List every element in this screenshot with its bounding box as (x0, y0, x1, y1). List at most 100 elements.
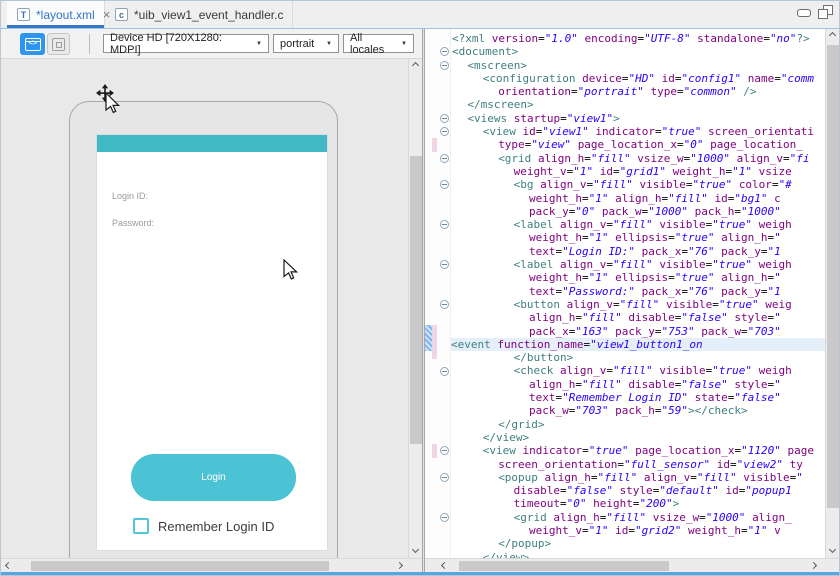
design-canvas[interactable]: Login ID: Password: Login Remember Login… (1, 59, 422, 558)
minimize-view-icon[interactable] (797, 9, 811, 17)
orientation-dropdown[interactable]: portrait ▼ (273, 34, 339, 53)
maximize-view-icon[interactable] (818, 5, 833, 19)
xml-code-editor[interactable]: <?xml version="1.0" encoding="UTF-8" sta… (425, 29, 840, 558)
annotation-ruler[interactable] (425, 29, 439, 558)
tab-label: *uib_view1_event_handler.c (134, 8, 283, 22)
scroll-left-icon[interactable] (437, 559, 451, 572)
code-line[interactable]: </button> (451, 351, 825, 364)
code-line[interactable]: align_h="fill" disable="false" style=" (451, 311, 825, 324)
editor-horizontal-scrollbar[interactable] (425, 558, 840, 572)
scrollbar-thumb[interactable] (827, 45, 839, 508)
orientation-dropdown-value: portrait (280, 38, 314, 50)
change-marker[interactable] (432, 444, 437, 457)
code-line[interactable]: <label align_v="fill" visible="true" wei… (451, 258, 825, 271)
remember-checkbox[interactable] (133, 518, 149, 534)
scrollbar-thumb[interactable] (410, 156, 422, 444)
code-line[interactable]: <mscreen> (451, 59, 825, 72)
collapse-fold-icon[interactable] (440, 180, 449, 189)
code-line[interactable]: </view> (451, 551, 825, 558)
code-line[interactable]: </popup> (451, 537, 825, 550)
code-line[interactable]: timeout="0" height="200"> (451, 497, 825, 510)
code-line[interactable]: orientation="portrait" type="common" /> (451, 85, 825, 98)
collapse-fold-icon[interactable] (440, 114, 449, 123)
locales-dropdown-value: All locales (350, 32, 395, 56)
code-line[interactable]: weight_h="1" ellipsis="true" align_h=" (451, 231, 825, 244)
code-line[interactable]: <event function_name="view1_button1_on (451, 338, 825, 351)
code-line[interactable]: text="Remember Login ID" state="false" (451, 391, 825, 404)
collapse-fold-icon[interactable] (440, 220, 449, 229)
code-line[interactable]: <button align_v="fill" visible="true" we… (451, 298, 825, 311)
code-line[interactable]: weight_v="1" id="grid1" weight_h="1" vsi… (451, 165, 825, 178)
device-frame: Login ID: Password: Login Remember Login… (69, 101, 338, 558)
collapse-fold-icon[interactable] (440, 473, 449, 482)
code-line[interactable]: weight_h="1" align_h="fill" id="bg1" c (451, 192, 825, 205)
code-line[interactable]: weight_v="1" id="grid2" weight_h="1" v (451, 524, 825, 537)
login-id-label[interactable]: Login ID: (112, 191, 148, 201)
device-dropdown[interactable]: Device HD [720X1280: MDPI] ▼ (103, 34, 269, 53)
code-line[interactable]: </view> (451, 431, 825, 444)
scroll-right-icon[interactable] (395, 559, 409, 572)
tab-layout-xml[interactable]: T *layout.xml × (7, 1, 105, 28)
collapse-fold-icon[interactable] (440, 154, 449, 163)
code-line[interactable]: <configuration device="HD" id="config1" … (451, 72, 825, 85)
code-line[interactable]: </grid> (451, 418, 825, 431)
code-line[interactable]: <grid align_h="fill" vsize_w="1000" alig… (451, 511, 825, 524)
locales-dropdown[interactable]: All locales ▼ (343, 34, 414, 53)
scrollbar-thumb[interactable] (459, 561, 669, 571)
collapse-fold-icon[interactable] (440, 513, 449, 522)
code-line[interactable]: <view id="view1" indicator="true" screen… (451, 125, 825, 138)
design-view-toggle-button[interactable] (47, 33, 70, 55)
collapse-fold-icon[interactable] (440, 367, 449, 376)
scroll-up-icon[interactable] (409, 59, 422, 72)
code-lines[interactable]: <?xml version="1.0" encoding="UTF-8" sta… (451, 29, 825, 558)
code-line[interactable]: </mscreen> (451, 98, 825, 111)
code-line[interactable]: text="Login ID:" pack_x="76" pack_y="1 (451, 245, 825, 258)
change-marker[interactable] (432, 138, 437, 151)
code-line[interactable]: <check align_v="fill" visible="true" wei… (451, 364, 825, 377)
collapse-fold-icon[interactable] (440, 300, 449, 309)
code-line[interactable]: weight_h="1" ellipsis="true" align_h=" (451, 271, 825, 284)
scroll-left-icon[interactable] (1, 559, 15, 572)
canvas-vertical-scrollbar[interactable] (408, 59, 422, 558)
collapse-fold-icon[interactable] (440, 61, 449, 70)
source-view-toggle-button[interactable]: <> (20, 33, 45, 55)
collapse-fold-icon[interactable] (440, 47, 449, 56)
editor-vertical-scrollbar[interactable] (825, 29, 839, 558)
code-line[interactable]: type="view" page_location_x="0" page_loc… (451, 138, 825, 151)
scroll-down-icon[interactable] (826, 545, 840, 558)
remember-login-row: Remember Login ID (133, 518, 274, 534)
code-line[interactable]: disable="false" style="default" id="popu… (451, 484, 825, 497)
password-label[interactable]: Password: (112, 218, 154, 228)
remember-checkbox-label[interactable]: Remember Login ID (158, 519, 274, 534)
change-marker[interactable] (432, 325, 437, 360)
code-line[interactable]: <bg align_v="fill" visible="true" color=… (451, 178, 825, 191)
code-line[interactable]: <document> (451, 45, 825, 58)
code-line[interactable]: <label align_v="fill" visible="true" wei… (451, 218, 825, 231)
scrollbar-thumb[interactable] (31, 561, 329, 571)
xml-source-panel: <?xml version="1.0" encoding="UTF-8" sta… (425, 29, 840, 572)
canvas-horizontal-scrollbar[interactable] (1, 558, 422, 572)
code-line[interactable]: align_h="fill" disable="false" style=" (451, 378, 825, 391)
code-line[interactable]: pack_w="703" pack_h="59"></check> (451, 404, 825, 417)
code-line[interactable]: text="Password:" pack_x="76" pack_y="1 (451, 285, 825, 298)
scroll-up-icon[interactable] (826, 29, 840, 42)
code-line[interactable]: pack_x="163" pack_y="753" pack_w="703" (451, 325, 825, 338)
collapse-fold-icon[interactable] (440, 127, 449, 136)
code-line[interactable]: <views startup="view1"> (451, 112, 825, 125)
code-line[interactable]: <?xml version="1.0" encoding="UTF-8" sta… (451, 32, 825, 45)
scroll-right-icon[interactable] (809, 559, 823, 572)
xml-file-icon: T (17, 8, 30, 21)
code-line[interactable]: <grid align_h="fill" vsize_w="1000" alig… (451, 152, 825, 165)
collapse-fold-icon[interactable] (440, 260, 449, 269)
code-line[interactable]: screen_orientation="full_sensor" id="vie… (451, 458, 825, 471)
collapse-fold-icon[interactable] (440, 446, 449, 455)
toolbar-separator (89, 34, 90, 54)
device-screen[interactable]: Login ID: Password: Login Remember Login… (96, 134, 328, 551)
code-line[interactable]: pack_y="0" pack_w="1000" pack_h="1000" (451, 205, 825, 218)
scroll-down-icon[interactable] (409, 545, 422, 558)
c-file-icon: c (115, 8, 128, 21)
login-button[interactable]: Login (131, 454, 296, 501)
code-line[interactable]: <view indicator="true" page_location_x="… (451, 444, 825, 457)
code-line[interactable]: <popup align_h="fill" align_v="fill" vis… (451, 471, 825, 484)
tab-event-handler-c[interactable]: c *uib_view1_event_handler.c (105, 1, 293, 28)
